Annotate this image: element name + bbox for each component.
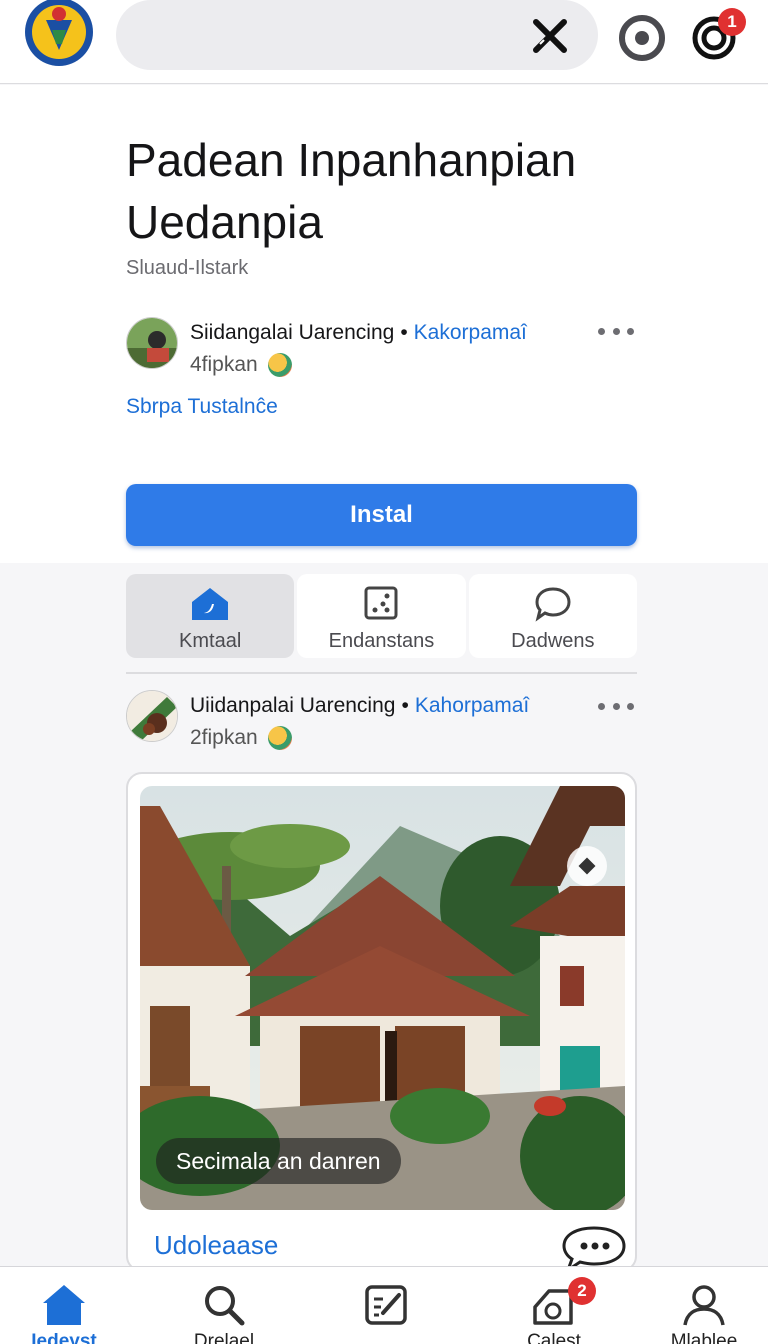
post-link[interactable]: Udoleaase	[154, 1230, 278, 1261]
profile-icon	[681, 1283, 727, 1327]
edit-icon	[363, 1283, 409, 1327]
home-icon	[41, 1283, 87, 1327]
nav-item-profile[interactable]: Mlablee	[640, 1267, 768, 1344]
tab-events-label: Endanstans	[328, 630, 435, 652]
more-options-icon[interactable]	[598, 323, 634, 339]
page-title-line1: Padean Inpanhanpian	[126, 134, 577, 186]
notifications-nav-badge: 2	[568, 1277, 596, 1305]
emoji-icon	[267, 353, 292, 377]
bottom-nav: Iedeyst Drelael 2 Calest Mlablee	[0, 1266, 768, 1344]
page-title-line2: Uedanpia	[126, 196, 323, 248]
post-author-meta-text: 2fipkan	[190, 726, 258, 749]
install-button[interactable]: Instal	[126, 484, 637, 546]
author-meta: 4fipkan	[190, 353, 292, 377]
settings-icon[interactable]	[616, 12, 668, 64]
post-author-group-link[interactable]: Kahorpamaî	[415, 694, 529, 717]
post-author-meta: 2fipkan	[190, 726, 292, 750]
nav-item-search[interactable]: Drelael	[160, 1267, 288, 1344]
post-author-separator: •	[401, 694, 409, 717]
author-name[interactable]: Siidangalai Uarencing	[190, 321, 394, 344]
notifications-badge: 1	[718, 8, 746, 36]
page-subtitle: Sluaud-Ilstark	[126, 257, 249, 279]
tab-home-label: Kmtaal	[179, 630, 242, 652]
chat-icon	[533, 586, 573, 622]
search-bar[interactable]	[116, 0, 598, 70]
tab-bar: Kmtaal Endanstans Dadwens	[126, 574, 637, 658]
nav-item-home[interactable]: Iedeyst	[0, 1267, 128, 1344]
post-author-line: Uiidanpalai Uarencing • Kahorpamaî	[190, 694, 529, 718]
post-image[interactable]: Secimala an danren	[140, 786, 625, 1210]
nav-item-notifications[interactable]: 2 Calest	[490, 1267, 618, 1344]
author-group-link[interactable]: Kakorpamaî	[414, 321, 527, 344]
nav-item-home-label: Iedeyst	[31, 1331, 97, 1344]
tab-home[interactable]: Kmtaal	[126, 574, 295, 658]
tabs-divider	[126, 672, 637, 674]
author-line: Siidangalai Uarencing • Kakorpamaî	[190, 321, 527, 345]
close-icon[interactable]	[530, 16, 570, 56]
nav-item-compose[interactable]	[322, 1267, 450, 1344]
author-avatar[interactable]	[126, 317, 178, 369]
emoji-icon	[267, 726, 292, 750]
nav-item-search-label: Drelael	[193, 1331, 255, 1344]
dice-icon	[361, 586, 401, 622]
post-author-name[interactable]: Uiidanpalai Uarencing	[190, 694, 395, 717]
notifications-icon[interactable]: 1	[690, 8, 746, 64]
search-icon	[201, 1283, 247, 1327]
home-icon	[190, 586, 230, 622]
tab-events[interactable]: Endanstans	[297, 574, 466, 658]
app-header-card: Padean Inpanhanpian Uedanpia Sluaud-Ilst…	[0, 85, 768, 563]
post-more-options-icon[interactable]	[598, 698, 634, 714]
top-bar: 1	[0, 0, 768, 84]
post-card[interactable]: Secimala an danren Udoleaase	[126, 772, 637, 1272]
nav-item-notifications-label: Calest	[527, 1331, 581, 1344]
app-logo-icon[interactable]	[22, 0, 96, 68]
header-link[interactable]: Sbrpa Tustalnĉe	[126, 395, 278, 419]
author-separator: •	[400, 321, 408, 344]
page-title: Padean Inpanhanpian Uedanpia	[126, 129, 686, 253]
post-author-avatar[interactable]	[126, 690, 178, 742]
tab-discussions[interactable]: Dadwens	[468, 574, 637, 658]
tab-discussions-label: Dadwens	[511, 630, 595, 652]
image-pin-icon[interactable]	[567, 846, 607, 886]
author-meta-text: 4fipkan	[190, 353, 258, 376]
nav-item-profile-label: Mlablee	[670, 1331, 738, 1344]
image-caption: Secimala an danren	[156, 1138, 401, 1184]
